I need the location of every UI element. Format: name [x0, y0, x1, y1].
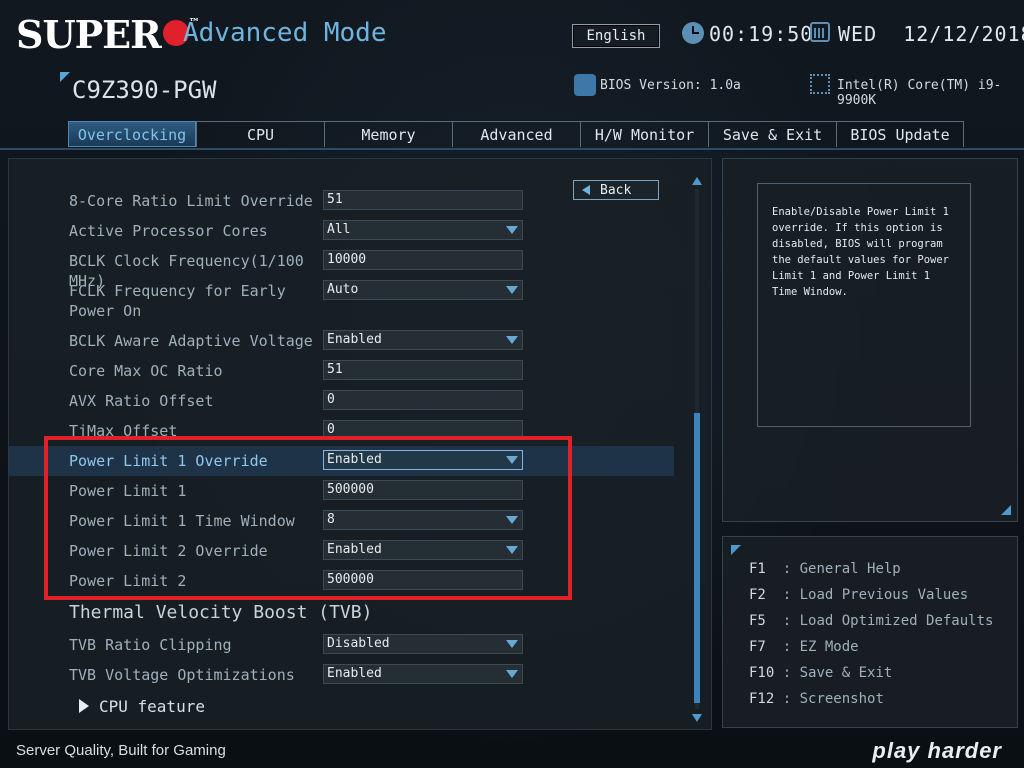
scroll-thumb[interactable] — [694, 413, 700, 703]
corner-triangle-icon — [60, 72, 70, 82]
bios-chip-icon — [574, 74, 596, 96]
hotkey-key: F2 — [749, 587, 775, 603]
highlight-box — [44, 436, 572, 600]
setting-select[interactable]: Auto — [323, 280, 523, 300]
hotkey-desc: Load Optimized Defaults — [799, 613, 994, 629]
tab-memory[interactable]: Memory — [324, 121, 452, 147]
setting-row[interactable]: TVB Voltage Optimizations Enabled — [9, 660, 674, 690]
setting-label: TVB Ratio Clipping — [69, 636, 232, 654]
setting-label: Active Processor Cores — [69, 222, 268, 240]
tab-divider — [0, 148, 1024, 150]
setting-row[interactable]: Active Processor Cores All — [9, 216, 674, 246]
scrollbar[interactable] — [691, 177, 703, 722]
corner-triangle-icon — [1001, 505, 1011, 515]
setting-value: Enabled — [327, 332, 382, 347]
system-time[interactable]: 00:19:50 — [709, 22, 813, 46]
setting-row[interactable]: Core Max OC Ratio 51 — [9, 356, 674, 386]
footer-tagline: Server Quality, Built for Gaming — [16, 742, 226, 759]
bios-version: BIOS Version: 1.0a — [600, 78, 741, 93]
setting-select[interactable]: Enabled — [323, 664, 523, 684]
supermicro-logo: SUPER ™ — [16, 12, 200, 57]
setting-select[interactable]: Enabled — [323, 330, 523, 350]
logo-text: SUPER — [16, 12, 162, 57]
setting-label: TVB Voltage Optimizations — [69, 666, 295, 684]
tab-cpu[interactable]: CPU — [196, 121, 324, 147]
setting-row[interactable]: FCLK Frequency for Early Power On Auto — [9, 276, 674, 326]
tab-hw-monitor[interactable]: H/W Monitor — [580, 121, 708, 147]
cpu-name: Intel(R) Core(TM) i9-9900K — [837, 78, 1002, 108]
scroll-up-icon[interactable] — [692, 177, 702, 185]
setting-row[interactable]: AVX Ratio Offset 0 — [9, 386, 674, 416]
hotkey-desc: General Help — [799, 561, 901, 577]
setting-value: Disabled — [327, 636, 390, 651]
hotkey-desc: Screenshot — [799, 691, 884, 707]
setting-row[interactable]: BCLK Clock Frequency(1/100 MHz) 10000 — [9, 246, 674, 290]
dropdown-caret-icon — [506, 226, 518, 234]
setting-label: BCLK Aware Adaptive Voltage — [69, 332, 313, 350]
setting-label: Core Max OC Ratio — [69, 362, 223, 380]
tab-save-exit[interactable]: Save & Exit — [708, 121, 836, 147]
hotkey-key: F12 — [749, 691, 775, 707]
setting-row[interactable]: BCLK Aware Adaptive Voltage Enabled — [9, 326, 674, 356]
hotkey-item: F10 : Save & Exit — [749, 665, 893, 681]
hotkey-key: F7 — [749, 639, 775, 655]
dropdown-caret-icon — [506, 670, 518, 678]
submenu-label: CPU feature — [99, 697, 205, 716]
setting-label: 8-Core Ratio Limit Override — [69, 192, 313, 210]
submenu-cpu-feature[interactable]: CPU feature — [79, 697, 205, 716]
setting-select[interactable]: Disabled — [323, 634, 523, 654]
tab-overclocking[interactable]: Overclocking — [68, 121, 196, 147]
setting-value: All — [327, 222, 351, 237]
setting-input[interactable]: 51 — [323, 360, 523, 380]
play-harder-logo: play harder — [872, 738, 1002, 763]
hotkey-key: F10 — [749, 665, 775, 681]
section-title: Thermal Velocity Boost (TVB) — [69, 602, 373, 623]
tab-advanced[interactable]: Advanced — [452, 121, 580, 147]
mode-title: Advanced Mode — [183, 18, 387, 48]
corner-triangle-icon — [731, 545, 741, 555]
system-date[interactable]: WED 12/12/2018 — [838, 22, 1024, 46]
hotkey-item: F12 : Screenshot — [749, 691, 884, 707]
footer: Server Quality, Built for Gaming play ha… — [0, 734, 1024, 768]
dropdown-caret-icon — [506, 286, 518, 294]
hotkey-item: F2 : Load Previous Values — [749, 587, 969, 603]
hotkey-desc: Save & Exit — [799, 665, 893, 681]
setting-input[interactable]: 0 — [323, 390, 523, 410]
clock-icon — [682, 22, 704, 44]
setting-select[interactable]: All — [323, 220, 523, 240]
hotkey-panel: F1 : General Help F2 : Load Previous Val… — [722, 536, 1018, 728]
setting-input[interactable]: 10000 — [323, 250, 523, 270]
setting-row[interactable]: TVB Ratio Clipping Disabled — [9, 630, 674, 660]
hotkey-item: F1 : General Help — [749, 561, 901, 577]
cpu-icon — [810, 74, 830, 94]
language-selector[interactable]: English — [572, 24, 660, 48]
calendar-icon — [810, 22, 830, 42]
hotkey-item: F7 : EZ Mode — [749, 639, 859, 655]
hotkey-desc: EZ Mode — [799, 639, 859, 655]
hotkey-key: F1 — [749, 561, 775, 577]
setting-label: FCLK Frequency for Early Power On — [69, 282, 286, 320]
scroll-down-icon[interactable] — [692, 714, 702, 722]
setting-value: Enabled — [327, 666, 382, 681]
tab-bios-update[interactable]: BIOS Update — [836, 121, 964, 147]
expand-arrow-icon — [79, 699, 89, 713]
back-button[interactable]: Back — [573, 180, 659, 200]
setting-value: Auto — [327, 282, 359, 297]
dropdown-caret-icon — [506, 336, 518, 344]
board-model: C9Z390-PGW — [72, 76, 217, 104]
hotkey-key: F5 — [749, 613, 775, 629]
tab-bar: Overclocking CPU Memory Advanced H/W Mon… — [68, 121, 964, 149]
help-panel: Enable/Disable Power Limit 1 override. I… — [722, 158, 1018, 522]
dropdown-caret-icon — [506, 640, 518, 648]
setting-input[interactable]: 51 — [323, 190, 523, 210]
header-bar: SUPER ™ Advanced Mode English 00:19:50 WE… — [0, 0, 1024, 70]
setting-label: AVX Ratio Offset — [69, 392, 214, 410]
hotkey-desc: Load Previous Values — [799, 587, 969, 603]
help-text: Enable/Disable Power Limit 1 override. I… — [757, 183, 971, 427]
hotkey-item: F5 : Load Optimized Defaults — [749, 613, 994, 629]
